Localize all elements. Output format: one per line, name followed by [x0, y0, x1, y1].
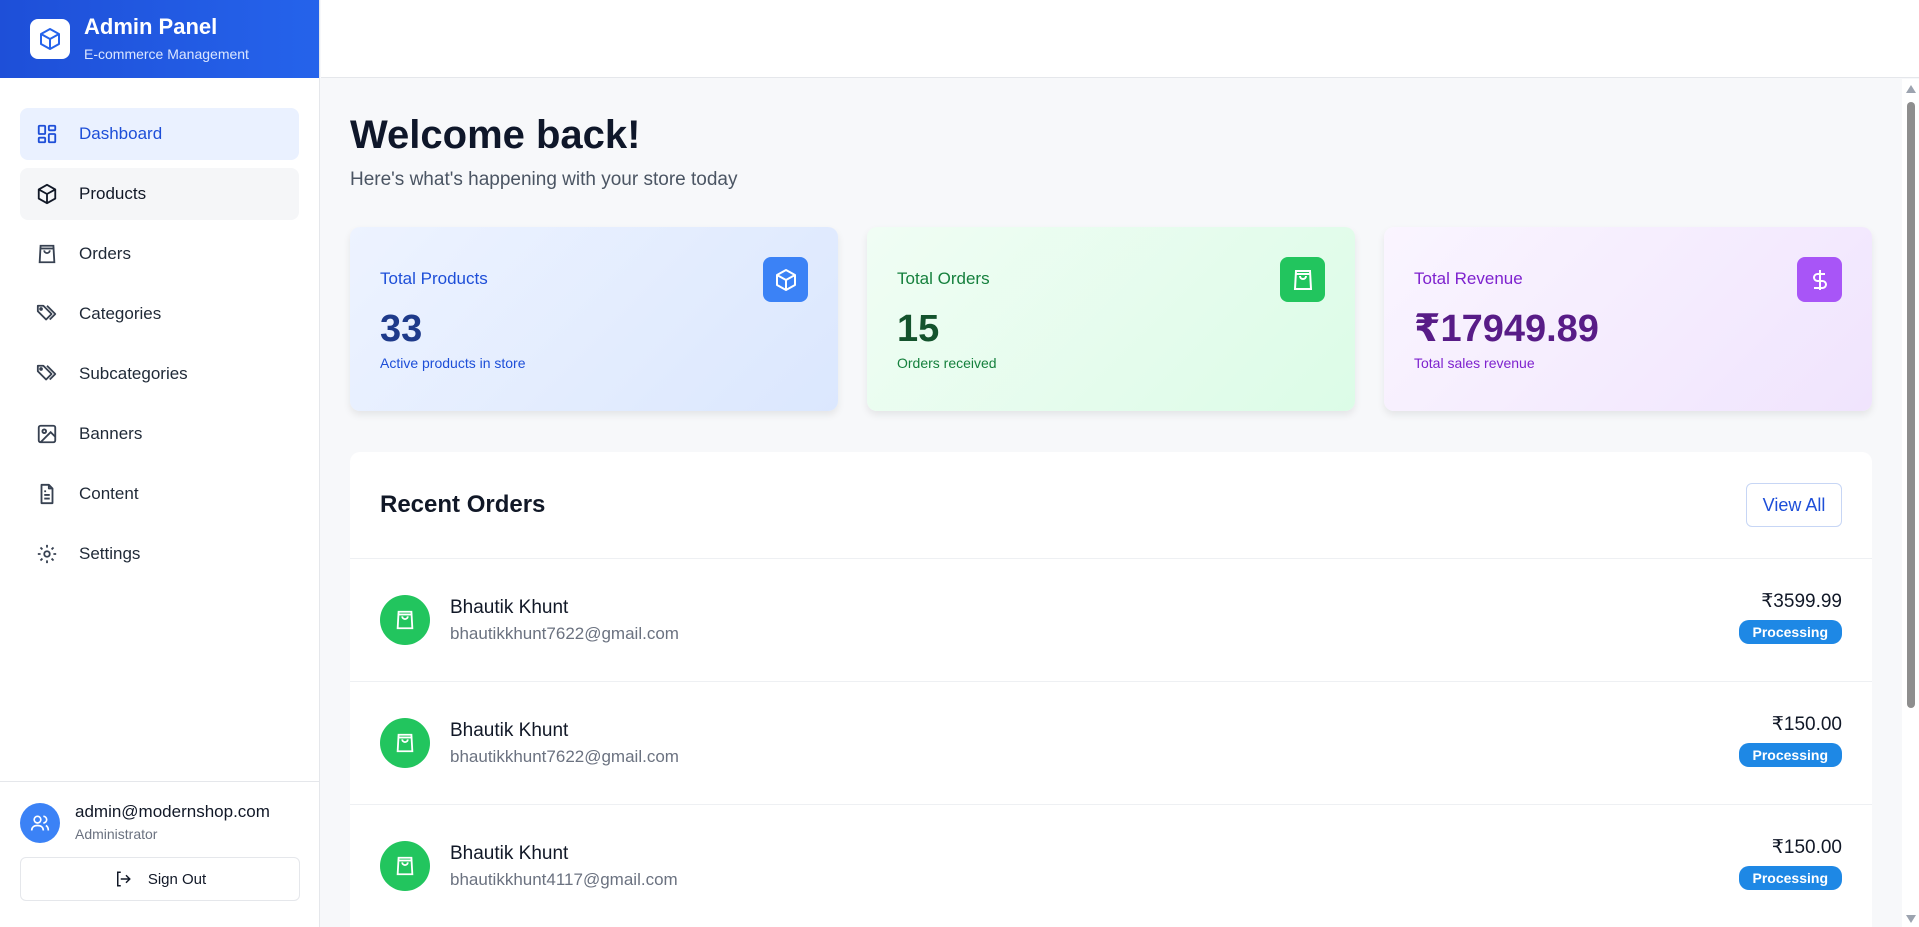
order-customer-name: Bhautik Khunt	[450, 597, 569, 618]
sign-out-button[interactable]: Sign Out	[20, 857, 300, 901]
stat-label: Total Orders	[897, 269, 990, 288]
shopping-bag-icon	[380, 841, 430, 891]
sidebar-nav: Dashboard Products Orders Categories Sub…	[0, 78, 319, 580]
sidebar-item-dashboard[interactable]: Dashboard	[20, 108, 299, 160]
order-customer-name: Bhautik Khunt	[450, 843, 569, 864]
recent-orders-panel: Recent Orders View All Bhautik Khunt bha…	[350, 452, 1872, 927]
sidebar-item-categories[interactable]: Categories	[20, 288, 299, 340]
document-icon	[35, 482, 59, 506]
stat-label: Total Products	[380, 269, 488, 288]
sidebar-item-label: Subcategories	[79, 364, 188, 383]
order-customer-email: bhautikkhunt4117@gmail.com	[450, 870, 678, 889]
stat-description: Active products in store	[380, 355, 526, 371]
brand-subtitle: E-commerce Management	[84, 46, 249, 62]
recent-orders-header: Recent Orders View All	[350, 452, 1872, 558]
order-customer-email: bhautikkhunt7622@gmail.com	[450, 624, 679, 643]
tags-icon	[35, 302, 59, 326]
sidebar-item-label: Settings	[79, 544, 141, 563]
sidebar-item-label: Products	[79, 184, 147, 203]
stat-description: Total sales revenue	[1414, 355, 1535, 371]
users-icon	[20, 802, 60, 843]
stat-value: 15	[897, 308, 940, 350]
sidebar: Admin Panel E-commerce Management Dashbo…	[0, 0, 320, 927]
order-customer-email: bhautikkhunt7622@gmail.com	[450, 747, 679, 766]
sidebar-item-label: Orders	[79, 244, 131, 263]
order-amount: ₹150.00	[1771, 837, 1842, 858]
stat-card-products: Total Products 33 Active products in sto…	[350, 227, 838, 411]
view-all-button[interactable]: View All	[1746, 483, 1842, 527]
top-bar	[321, 0, 1919, 78]
brand-title: Admin Panel	[84, 14, 218, 39]
dollar-icon	[1797, 257, 1842, 302]
gear-icon	[35, 542, 59, 566]
shopping-bag-icon	[35, 242, 59, 266]
package-icon	[763, 257, 808, 302]
scroll-down-arrow-icon[interactable]	[1906, 915, 1916, 923]
vertical-scrollbar[interactable]	[1902, 79, 1919, 927]
sidebar-item-products[interactable]: Products	[20, 168, 299, 220]
stat-card-revenue: Total Revenue ₹17949.89 Total sales reve…	[1384, 227, 1872, 411]
sign-out-label: Sign Out	[147, 870, 207, 888]
stats-cards: Total Products 33 Active products in sto…	[350, 227, 1901, 411]
status-badge: Processing	[1738, 620, 1842, 644]
sidebar-item-settings[interactable]: Settings	[20, 528, 299, 580]
shopping-bag-icon	[380, 718, 430, 768]
order-amount: ₹3599.99	[1761, 591, 1842, 612]
sidebar-item-orders[interactable]: Orders	[20, 228, 299, 280]
dashboard-icon	[35, 122, 59, 146]
user-email: admin@modernshop.com	[75, 802, 270, 821]
order-row[interactable]: Bhautik Khunt bhautikkhunt7622@gmail.com…	[350, 558, 1872, 681]
package-icon	[35, 182, 59, 206]
status-badge: Processing	[1738, 743, 1842, 767]
user-panel: admin@modernshop.com Administrator Sign …	[0, 781, 320, 927]
recent-orders-title: Recent Orders	[380, 491, 546, 518]
user-role: Administrator	[75, 826, 158, 842]
order-customer-name: Bhautik Khunt	[450, 720, 569, 741]
tags-icon	[35, 362, 59, 386]
sidebar-item-label: Content	[79, 484, 139, 503]
order-row[interactable]: Bhautik Khunt bhautikkhunt7622@gmail.com…	[350, 681, 1872, 804]
sidebar-item-label: Categories	[79, 304, 162, 323]
image-icon	[35, 422, 59, 446]
sidebar-item-content[interactable]: Content	[20, 468, 299, 520]
status-badge: Processing	[1738, 866, 1842, 890]
order-amount: ₹150.00	[1771, 714, 1842, 735]
main-content: Welcome back! Here's what's happening wi…	[321, 79, 1901, 927]
brand-header: Admin Panel E-commerce Management	[0, 0, 319, 78]
shopping-bag-icon	[380, 595, 430, 645]
stat-card-orders: Total Orders 15 Orders received	[867, 227, 1355, 411]
scrollbar-thumb[interactable]	[1907, 102, 1915, 708]
stat-description: Orders received	[897, 355, 997, 371]
stat-value: 33	[380, 308, 423, 350]
page-subtitle: Here's what's happening with your store …	[350, 169, 738, 190]
page-title: Welcome back!	[350, 113, 641, 157]
sidebar-item-banners[interactable]: Banners	[20, 408, 299, 460]
log-out-icon	[114, 870, 132, 888]
order-row[interactable]: Bhautik Khunt bhautikkhunt4117@gmail.com…	[350, 804, 1872, 927]
shopping-bag-icon	[1280, 257, 1325, 302]
scroll-up-arrow-icon[interactable]	[1906, 85, 1916, 93]
package-icon	[30, 19, 70, 59]
sidebar-item-label: Banners	[79, 424, 143, 443]
sidebar-item-label: Dashboard	[79, 124, 163, 143]
sidebar-item-subcategories[interactable]: Subcategories	[20, 348, 299, 400]
stat-label: Total Revenue	[1414, 269, 1523, 288]
stat-value: ₹17949.89	[1414, 308, 1599, 350]
